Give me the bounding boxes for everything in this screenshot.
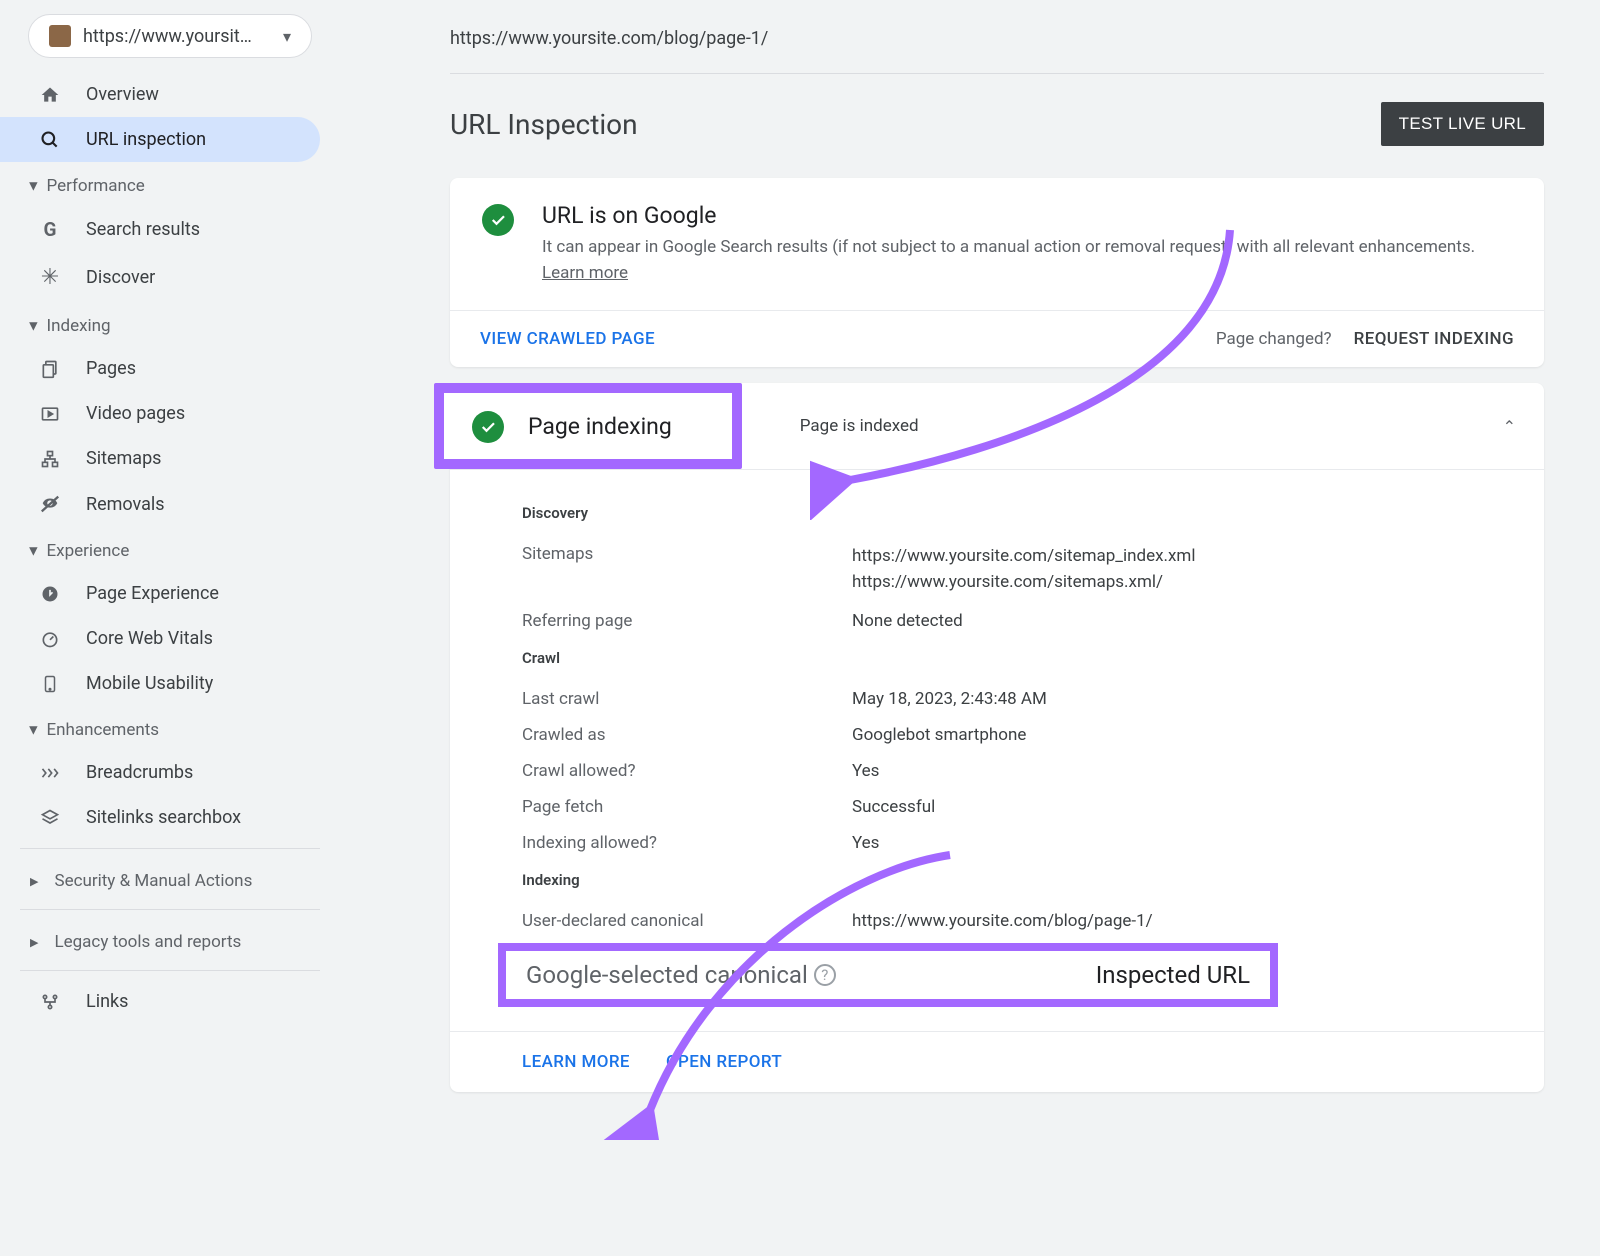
google-icon: G xyxy=(38,218,62,241)
page-changed-label: Page changed? xyxy=(1216,329,1332,349)
nav-section-performance[interactable]: ▶ Performance xyxy=(0,162,340,206)
detail-row-referring: Referring page None detected xyxy=(522,603,1472,639)
discovery-section-title: Discovery xyxy=(522,504,1472,522)
chevron-down-icon: ▾ xyxy=(283,27,291,46)
links-icon xyxy=(38,992,62,1012)
learn-more-button[interactable]: LEARN MORE xyxy=(522,1052,630,1072)
nav-security[interactable]: ▶ Security & Manual Actions xyxy=(0,857,340,901)
nav-label: Overview xyxy=(86,84,159,105)
page-indexing-card: Page indexing Page is indexed ⌃ Discover… xyxy=(450,383,1544,1092)
chevron-right-icon: ▶ xyxy=(30,936,38,949)
page-indexing-title: Page indexing xyxy=(528,413,672,440)
nav-video-pages[interactable]: Video pages xyxy=(0,391,340,436)
status-title: URL is on Google xyxy=(542,202,1512,229)
nav-breadcrumbs[interactable]: Breadcrumbs xyxy=(0,750,340,795)
property-selector[interactable]: https://www.yoursit… ▾ xyxy=(28,14,312,58)
removals-icon xyxy=(38,493,62,515)
indexing-section-title: Indexing xyxy=(522,871,1472,889)
check-icon xyxy=(482,204,514,236)
check-icon xyxy=(472,411,504,443)
property-thumb xyxy=(49,25,71,47)
crawl-section-title: Crawl xyxy=(522,649,1472,667)
sidebar: https://www.yoursit… ▾ Overview URL insp… xyxy=(0,0,340,1256)
speed-icon xyxy=(38,629,62,649)
nav-links[interactable]: Links xyxy=(0,979,340,1024)
nav-pages[interactable]: Pages xyxy=(0,346,340,391)
chevron-down-icon: ▶ xyxy=(28,322,41,330)
help-icon[interactable]: ? xyxy=(814,964,836,986)
learn-more-link[interactable]: Learn more xyxy=(542,263,628,283)
pages-icon xyxy=(38,359,62,379)
detail-row-sitemaps: Sitemaps https://www.yoursite.com/sitema… xyxy=(522,536,1472,603)
nav-label: URL inspection xyxy=(86,129,206,150)
nav-search-results[interactable]: GSearch results xyxy=(0,206,340,253)
breadcrumbs-icon xyxy=(38,763,62,783)
nav-overview[interactable]: Overview xyxy=(0,72,340,117)
nav-core-web-vitals[interactable]: Core Web Vitals xyxy=(0,616,340,661)
main-content: https://www.yoursite.com/blog/page-1/ UR… xyxy=(340,0,1600,1092)
collapse-icon[interactable]: ⌃ xyxy=(1503,417,1516,436)
discover-icon: ✳ xyxy=(38,265,62,290)
nav-section-indexing[interactable]: ▶ Indexing xyxy=(0,302,340,346)
nav-page-experience[interactable]: Page Experience xyxy=(0,571,340,616)
open-report-button[interactable]: OPEN REPORT xyxy=(666,1052,782,1072)
google-selected-canonical-highlight: Google-selected canonical ? Inspected UR… xyxy=(498,943,1278,1007)
home-icon xyxy=(38,85,62,105)
property-label: https://www.yoursit… xyxy=(83,26,271,47)
nav-legacy[interactable]: ▶ Legacy tools and reports xyxy=(0,918,340,962)
sitemaps-icon xyxy=(38,449,62,469)
nav-discover[interactable]: ✳Discover xyxy=(0,253,340,302)
request-indexing-button[interactable]: REQUEST INDEXING xyxy=(1354,329,1514,349)
chevron-down-icon: ▶ xyxy=(28,726,41,734)
chevron-down-icon: ▶ xyxy=(28,182,41,190)
nav-mobile-usability[interactable]: Mobile Usability xyxy=(0,661,340,706)
view-crawled-page-button[interactable]: VIEW CRAWLED PAGE xyxy=(480,329,655,349)
page-title: URL Inspection xyxy=(450,108,638,141)
nav-sitemaps[interactable]: Sitemaps xyxy=(0,436,340,481)
inspected-url[interactable]: https://www.yoursite.com/blog/page-1/ xyxy=(450,28,1544,74)
test-live-url-button[interactable]: TEST LIVE URL xyxy=(1381,102,1544,146)
page-indexing-status: Page is indexed xyxy=(742,416,1503,436)
chevron-down-icon: ▶ xyxy=(28,547,41,555)
mobile-icon xyxy=(38,674,62,694)
search-icon xyxy=(38,130,62,150)
status-subtitle: It can appear in Google Search results (… xyxy=(542,235,1512,286)
nav-removals[interactable]: Removals xyxy=(0,481,340,527)
chevron-right-icon: ▶ xyxy=(30,875,38,888)
layers-icon xyxy=(38,808,62,828)
nav-url-inspection[interactable]: URL inspection xyxy=(0,117,320,162)
status-card: URL is on Google It can appear in Google… xyxy=(450,178,1544,367)
video-icon xyxy=(38,404,62,424)
nav-section-experience[interactable]: ▶ Experience xyxy=(0,527,340,571)
page-experience-icon xyxy=(38,584,62,604)
nav-section-enhancements[interactable]: ▶ Enhancements xyxy=(0,706,340,750)
nav-sitelinks-searchbox[interactable]: Sitelinks searchbox xyxy=(0,795,340,840)
page-indexing-highlight: Page indexing xyxy=(434,383,742,469)
